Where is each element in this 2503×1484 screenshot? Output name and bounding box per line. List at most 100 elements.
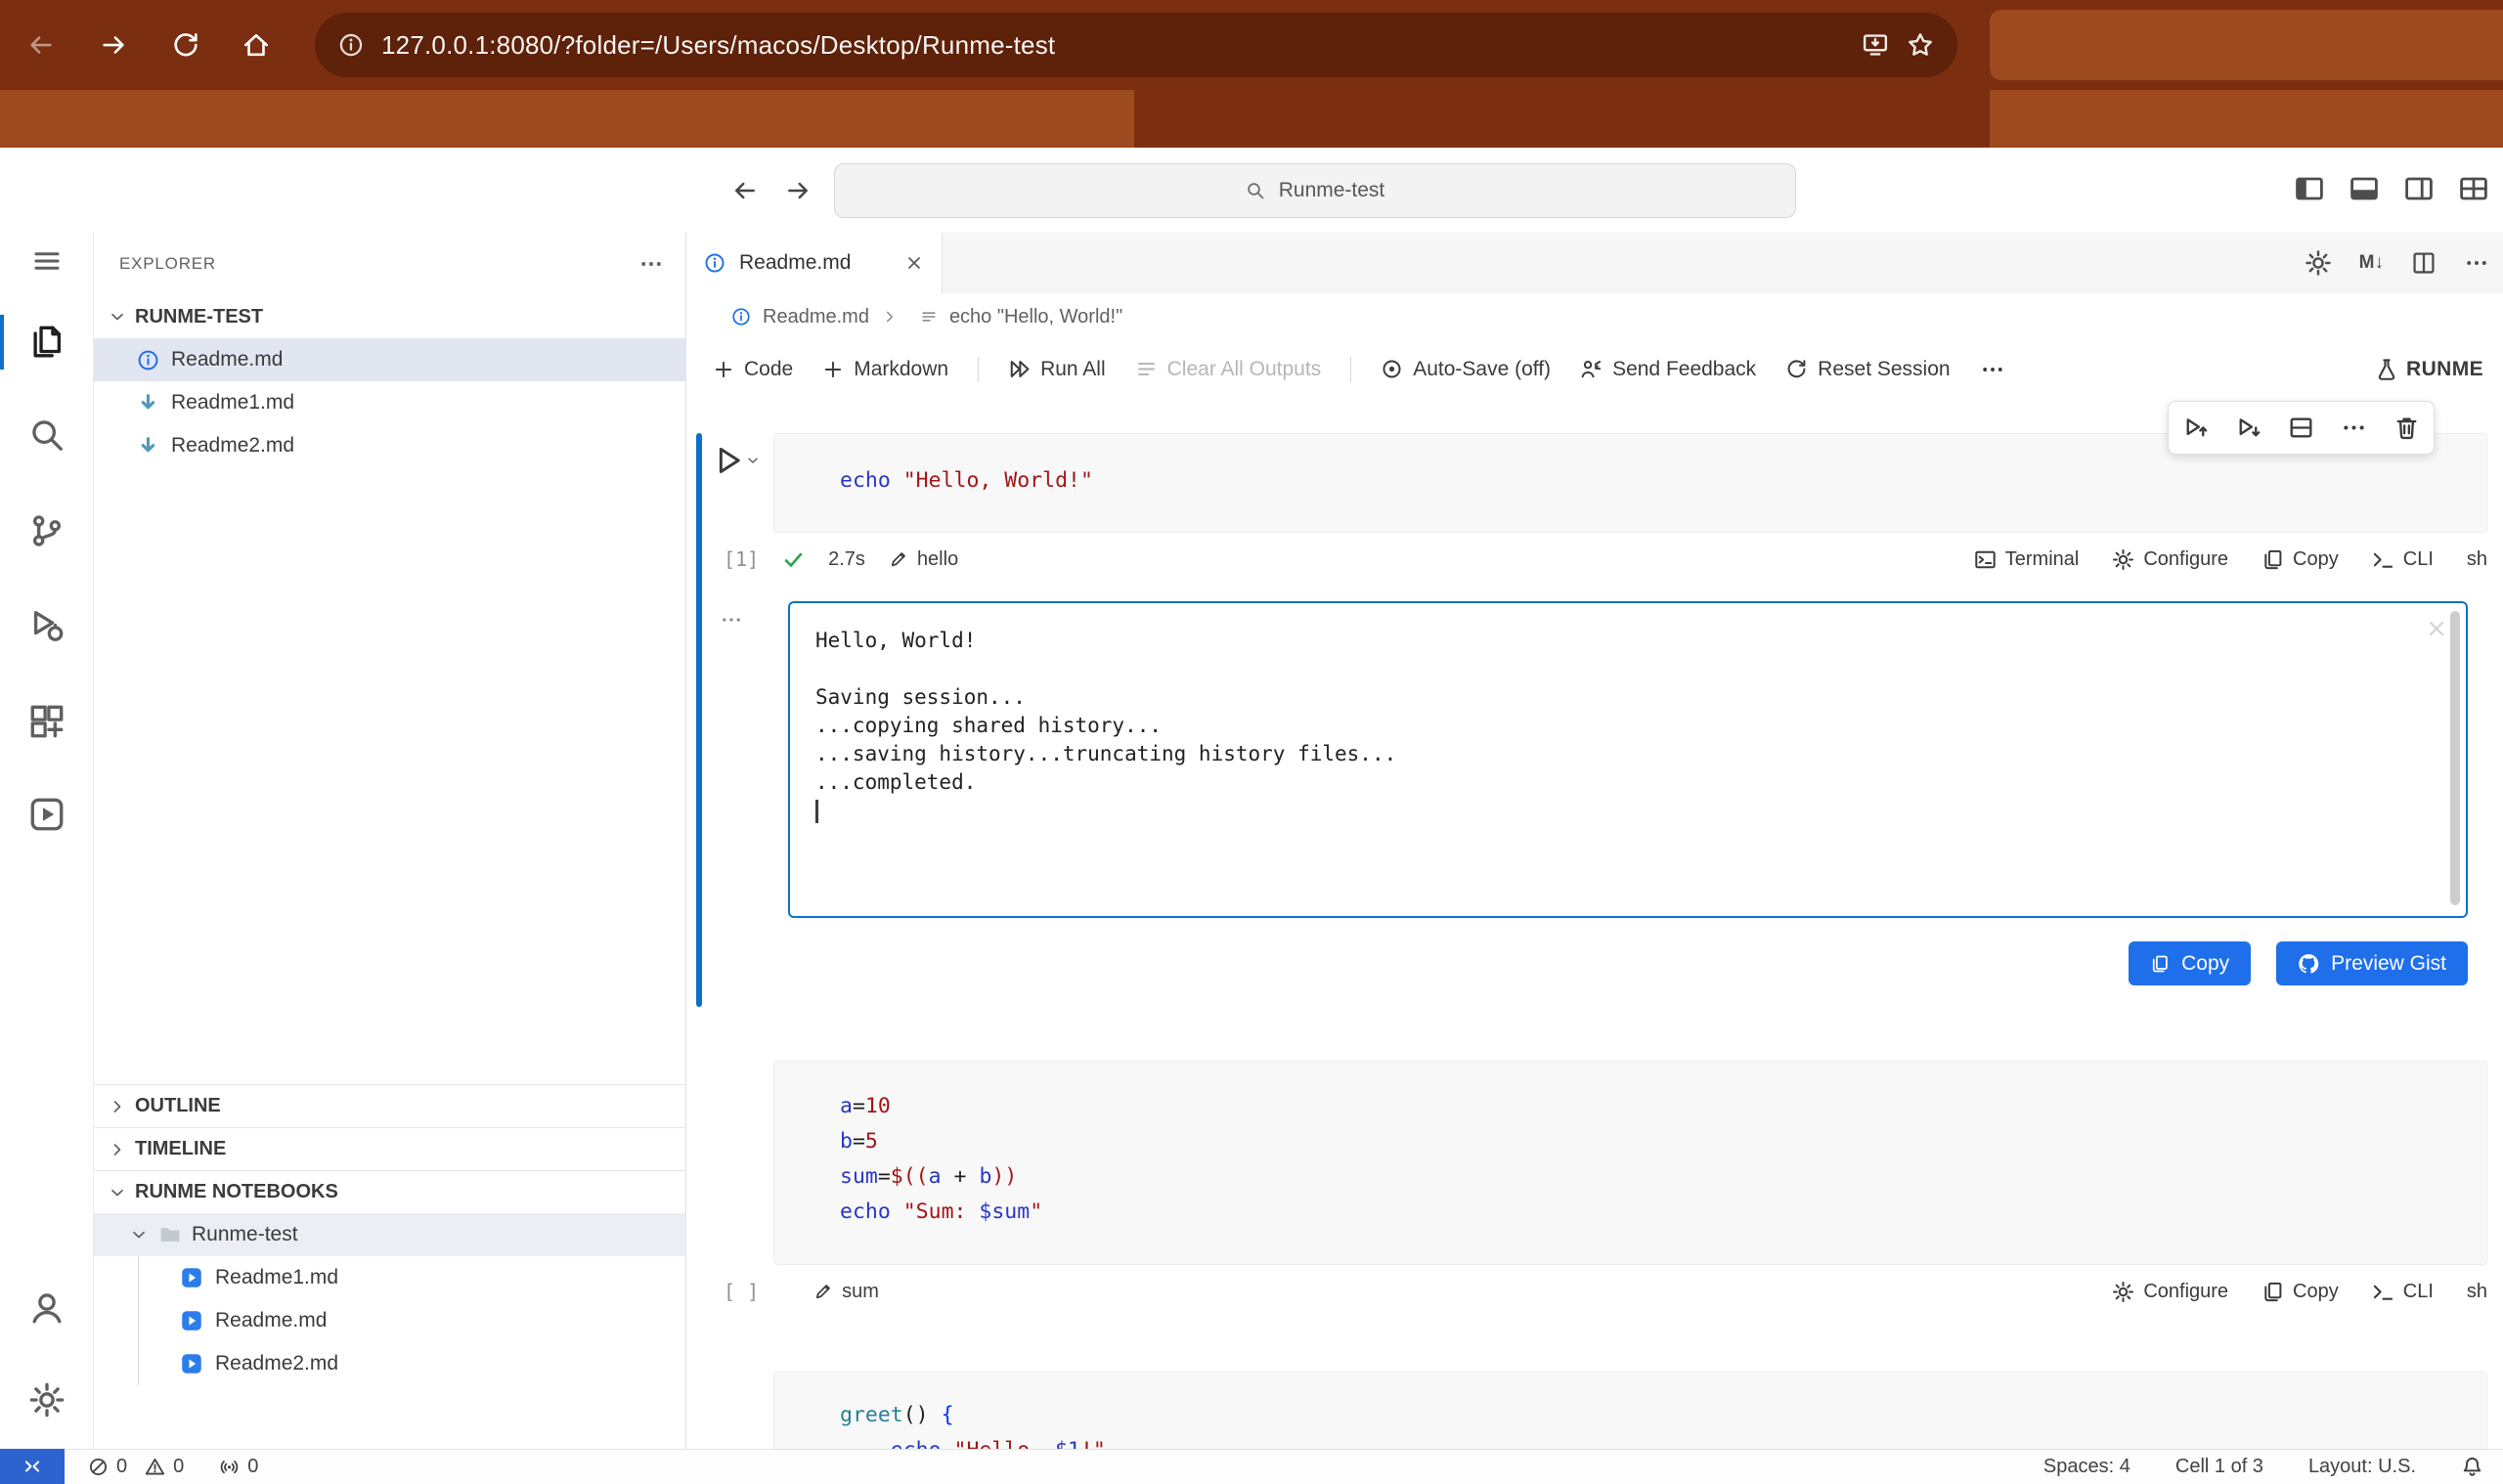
broadcast-icon: [219, 1457, 240, 1477]
split-cell-icon[interactable]: [2288, 415, 2314, 441]
menu-icon[interactable]: [0, 233, 93, 292]
file-row-readme[interactable]: Readme.md: [94, 338, 685, 381]
notebook-file-row[interactable]: Readme.md: [94, 1299, 685, 1342]
toggle-panel-icon[interactable]: [2349, 173, 2380, 204]
notebooks-folder-row[interactable]: Runme-test: [94, 1213, 685, 1256]
status-bar-right: Spaces: 4 Cell 1 of 3 Layout: U.S.: [2043, 1456, 2503, 1478]
explorer-more-icon[interactable]: [638, 251, 664, 277]
workspace-root-row[interactable]: RUNME-TEST: [94, 295, 685, 338]
more-actions-icon[interactable]: [2464, 250, 2489, 276]
cli-action[interactable]: CLI: [2372, 548, 2434, 571]
explorer-icon[interactable]: [0, 311, 93, 373]
terminal-caret: [815, 800, 818, 823]
preview-gist-button[interactable]: Preview Gist: [2276, 941, 2468, 985]
terminal-output[interactable]: Hello, World! Saving session......copyin…: [788, 601, 2468, 918]
browser-forward-icon[interactable]: [90, 22, 137, 68]
toggle-sidebar-icon[interactable]: [2294, 173, 2325, 204]
notebook-file-row[interactable]: Readme2.md: [94, 1342, 685, 1385]
markdown-preview-icon[interactable]: M↓: [2359, 252, 2384, 274]
run-cell-button[interactable]: [712, 444, 761, 477]
cell3-code-editor[interactable]: greet() { echo "Hello, $1!": [773, 1372, 2487, 1449]
history-forward-icon[interactable]: [778, 173, 817, 208]
bookmark-star-icon[interactable]: [1907, 31, 1934, 59]
cell-name[interactable]: hello: [889, 548, 958, 571]
copy-icon: [2261, 1281, 2284, 1303]
breadcrumb-file[interactable]: Readme.md: [763, 306, 869, 328]
focused-cell-indicator: [696, 433, 702, 1007]
output-scrollbar[interactable]: [2450, 611, 2460, 905]
notifications-bell-icon[interactable]: [2461, 1456, 2483, 1478]
breadcrumb-symbol[interactable]: echo "Hello, World!": [949, 306, 1122, 328]
install-app-icon[interactable]: [1862, 31, 1889, 59]
cell-language[interactable]: sh: [2467, 1281, 2487, 1303]
flask-icon: [2375, 358, 2398, 381]
configure-action[interactable]: Configure: [2112, 548, 2228, 571]
chevron-down-icon[interactable]: [745, 453, 761, 468]
file-row-readme1[interactable]: Readme1.md: [94, 381, 685, 424]
settings-gear-icon[interactable]: [0, 1369, 93, 1431]
add-code-button[interactable]: Code: [713, 358, 793, 381]
history-back-icon[interactable]: [725, 173, 765, 208]
explorer-title: EXPLORER: [119, 254, 216, 274]
terminal-action[interactable]: Terminal: [1974, 548, 2080, 571]
command-center-label: Runme-test: [1279, 179, 1385, 202]
run-all-button[interactable]: Run All: [1008, 358, 1106, 381]
timeline-section[interactable]: TIMELINE: [94, 1127, 685, 1170]
copy-action[interactable]: Copy: [2261, 548, 2339, 571]
delete-cell-icon[interactable]: [2393, 415, 2420, 441]
source-control-icon[interactable]: [0, 500, 93, 562]
toolbar-more-icon[interactable]: [1980, 357, 2005, 382]
execute-below-icon[interactable]: [2235, 415, 2261, 441]
cell-name[interactable]: sum: [813, 1281, 879, 1303]
reset-session-button[interactable]: Reset Session: [1785, 358, 1950, 381]
cell2-code-editor[interactable]: a=10b=5sum=$((a + b))echo "Sum: $sum": [773, 1061, 2487, 1265]
send-feedback-button[interactable]: Send Feedback: [1580, 358, 1756, 381]
cell-position-status[interactable]: Cell 1 of 3: [2175, 1456, 2263, 1478]
tab-readme[interactable]: Readme.md: [686, 233, 943, 293]
notebook-settings-gear-icon[interactable]: [2305, 249, 2332, 277]
auto-save-toggle[interactable]: Auto-Save (off): [1381, 358, 1551, 381]
toggle-secondary-sidebar-icon[interactable]: [2403, 173, 2435, 204]
cell-hover-toolbar: [2168, 401, 2435, 455]
execute-above-icon[interactable]: [2182, 415, 2209, 441]
indentation-status[interactable]: Spaces: 4: [2043, 1456, 2130, 1478]
split-editor-icon[interactable]: [2411, 250, 2437, 276]
url-text[interactable]: 127.0.0.1:8080/?folder=/Users/macos/Desk…: [381, 30, 1844, 61]
browser-back-icon[interactable]: [18, 22, 65, 68]
ports-indicator[interactable]: 0: [219, 1456, 258, 1478]
keyboard-layout-status[interactable]: Layout: U.S.: [2308, 1456, 2416, 1478]
notebook-file-row[interactable]: Readme1.md: [94, 1256, 685, 1299]
configure-action[interactable]: Configure: [2112, 1281, 2228, 1303]
file-row-readme2[interactable]: Readme2.md: [94, 424, 685, 467]
command-center[interactable]: Runme-test: [834, 163, 1796, 218]
cli-action[interactable]: CLI: [2372, 1281, 2434, 1303]
output-close-icon[interactable]: [2425, 617, 2448, 640]
close-icon[interactable]: [904, 253, 924, 273]
copy-output-button[interactable]: Copy: [2129, 941, 2251, 985]
outline-section[interactable]: OUTLINE: [94, 1084, 685, 1127]
browser-home-icon[interactable]: [233, 22, 280, 68]
toolbar-divider: [1350, 357, 1351, 382]
clear-all-outputs-button[interactable]: Clear All Outputs: [1135, 358, 1322, 381]
cli-icon: [2372, 548, 2394, 571]
copy-action[interactable]: Copy: [2261, 1281, 2339, 1303]
add-code-label: Code: [744, 358, 793, 381]
customize-layout-icon[interactable]: [2458, 173, 2489, 204]
cell-more-icon[interactable]: [2341, 415, 2367, 441]
runme-notebooks-section[interactable]: RUNME NOTEBOOKS: [94, 1170, 685, 1213]
output-collapse-indicator[interactable]: [720, 608, 743, 636]
run-debug-icon[interactable]: [0, 594, 93, 657]
site-info-icon[interactable]: [338, 32, 364, 58]
cell-language[interactable]: sh: [2467, 548, 2487, 571]
vscode-titlebar: Runme-test: [0, 148, 2503, 233]
problems-indicator[interactable]: 0 0: [88, 1456, 184, 1478]
address-bar[interactable]: 127.0.0.1:8080/?folder=/Users/macos/Desk…: [315, 13, 1957, 77]
extensions-icon[interactable]: [0, 690, 93, 753]
add-markdown-button[interactable]: Markdown: [822, 358, 948, 381]
browser-reload-icon[interactable]: [162, 22, 209, 68]
search-view-icon[interactable]: [0, 404, 93, 466]
account-icon[interactable]: [0, 1277, 93, 1339]
runme-view-icon[interactable]: [0, 783, 93, 846]
remote-indicator[interactable]: [0, 1449, 65, 1484]
chevron-down-icon: [129, 1225, 149, 1244]
